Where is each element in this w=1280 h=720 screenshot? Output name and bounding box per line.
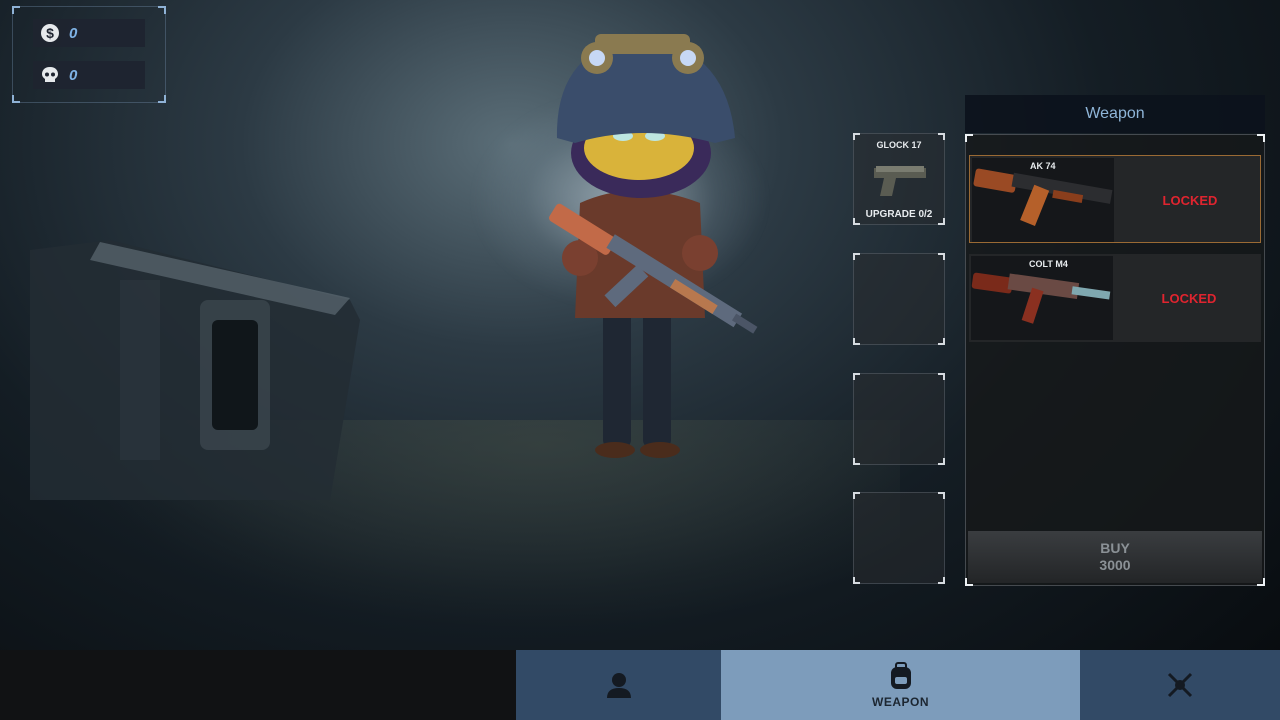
weapon-slot-3[interactable]	[853, 373, 945, 465]
weapon-slot-4[interactable]	[853, 492, 945, 584]
locked-status: LOCKED	[1162, 192, 1218, 208]
tab-character[interactable]	[516, 650, 721, 720]
weapon-list-panel: AK 74 LOCKED COLT M4 LOCKED BUY 3000	[965, 134, 1265, 586]
slot-upgrade-level: UPGRADE 0/2	[865, 209, 933, 220]
kills-counter: 0	[33, 61, 145, 89]
skull-icon	[39, 64, 61, 86]
weapon-item-ak74[interactable]: AK 74 LOCKED	[969, 155, 1261, 243]
slot-weapon-name: GLOCK 17	[876, 140, 922, 150]
pistol-icon	[874, 166, 926, 196]
tab-weapon-label: WEAPON	[872, 695, 929, 709]
weapon-slot-2[interactable]	[853, 253, 945, 345]
svg-text:$: $	[46, 25, 54, 41]
character-icon	[606, 673, 631, 698]
player-stats-panel: $ 0 0	[12, 6, 166, 103]
weapon-panel-title: Weapon	[965, 95, 1265, 133]
buy-button-price: 3000	[1099, 557, 1131, 573]
money-value: 0	[69, 24, 78, 42]
backpack-icon	[890, 662, 911, 689]
wrecked-bus-scenery	[30, 240, 360, 500]
locked-status: LOCKED	[1161, 290, 1217, 306]
weapon-slot-1[interactable]: GLOCK 17 UPGRADE 0/2	[853, 133, 945, 225]
tab-weapon[interactable]: WEAPON	[721, 650, 1080, 720]
player-character	[549, 34, 758, 458]
kills-value: 0	[69, 66, 78, 84]
buy-button-label: BUY	[1100, 540, 1130, 556]
tab-combat[interactable]	[1080, 650, 1280, 720]
dollar-coin-icon: $	[39, 22, 61, 44]
weapon-item-colt-m4[interactable]: COLT M4 LOCKED	[969, 254, 1261, 342]
weapon-item-name: AK 74	[1030, 161, 1056, 171]
money-counter: $ 0	[33, 19, 145, 47]
bottom-navigation-bar: WEAPON	[0, 650, 1280, 720]
crossed-swords-icon	[1167, 672, 1193, 698]
weapon-item-name: COLT M4	[1029, 259, 1068, 269]
buy-button[interactable]: BUY 3000	[968, 531, 1262, 583]
